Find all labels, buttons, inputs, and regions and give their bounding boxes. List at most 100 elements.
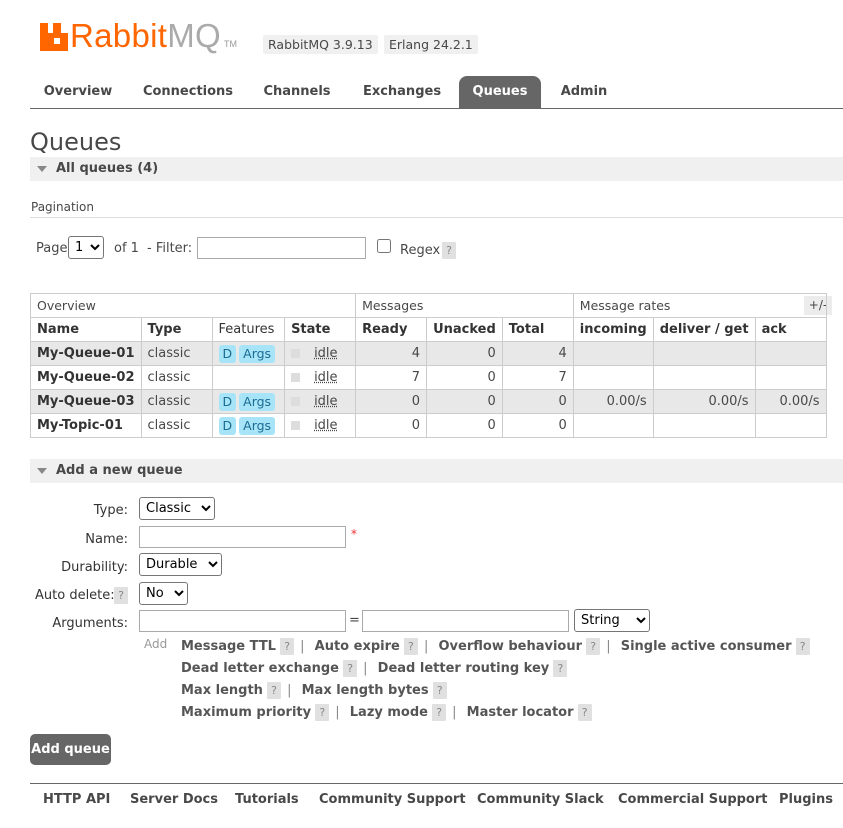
col-header-type[interactable]: Type	[140, 317, 213, 342]
tab-channels[interactable]: Channels	[252, 76, 342, 108]
col-header-ready[interactable]: Ready	[355, 317, 428, 342]
arg-link-single-active-consumer[interactable]: Single active consumer	[621, 639, 792, 654]
ack-rate: 0.00/s	[754, 389, 827, 414]
auto-delete-help-icon[interactable]: ?	[114, 587, 128, 604]
name-label: Name:	[85, 532, 128, 547]
help-icon[interactable]: ?	[315, 704, 330, 721]
help-icon[interactable]: ?	[403, 638, 418, 655]
page-select[interactable]: 1	[68, 236, 104, 259]
queue-name-link[interactable]: My-Queue-03	[30, 389, 142, 414]
add-queue-button[interactable]: Add queue	[30, 734, 111, 765]
ack-rate	[754, 413, 827, 438]
col-header-unacked[interactable]: Unacked	[426, 317, 503, 342]
deliver-rate: 0.00/s	[652, 389, 756, 414]
footer-link-community-slack[interactable]: Community Slack	[477, 792, 604, 807]
table-row[interactable]: My-Queue-03 classic D Args idle 0 0 0 0.0…	[30, 389, 827, 414]
col-header-state[interactable]: State	[284, 317, 357, 342]
help-icon[interactable]: ?	[280, 638, 295, 655]
regex-checkbox[interactable]	[377, 239, 391, 253]
queue-name-link[interactable]: My-Queue-01	[30, 341, 142, 366]
table-row[interactable]: My-Queue-01 classic D Args idle 4 0 4	[30, 341, 827, 366]
auto-delete-select[interactable]: No	[139, 582, 188, 605]
arg-link-max-length[interactable]: Max length	[181, 683, 263, 698]
help-icon[interactable]: ?	[343, 660, 358, 677]
table-header-row: Name Type Features State Ready Unacked T…	[30, 317, 827, 342]
total-count: 4	[501, 341, 574, 366]
help-icon[interactable]: ?	[553, 660, 568, 677]
add-queue-toggle[interactable]: Add a new queue	[30, 459, 843, 483]
arg-link-lazy-mode[interactable]: Lazy mode	[350, 705, 428, 720]
rabbitmq-logo-icon	[40, 23, 68, 51]
argument-links-row-1: Message TTL ? | Auto expire ? | Overflow b…	[181, 638, 810, 655]
argument-links-row-4: Maximum priority ? | Lazy mode ? | Master …	[181, 704, 592, 721]
logo-text: RabbitMQ	[70, 17, 221, 54]
filter-input[interactable]	[197, 237, 366, 259]
footer-link-http-api[interactable]: HTTP API	[43, 792, 110, 807]
unacked-count: 0	[426, 341, 503, 366]
ack-rate	[754, 341, 827, 366]
queue-features: D Args	[211, 341, 286, 366]
tab-exchanges[interactable]: Exchanges	[352, 76, 452, 108]
help-icon[interactable]: ?	[267, 682, 282, 699]
help-icon[interactable]: ?	[586, 638, 601, 655]
regex-label: Regex	[400, 243, 441, 258]
arg-link-maximum-priority[interactable]: Maximum priority	[181, 705, 311, 720]
arg-link-max-length-bytes[interactable]: Max length bytes	[302, 683, 429, 698]
tab-connections[interactable]: Connections	[134, 76, 242, 108]
arg-link-dead-letter-routing-key[interactable]: Dead letter routing key	[378, 661, 550, 676]
argument-key-input[interactable]	[139, 610, 346, 632]
total-count: 0	[501, 413, 574, 438]
argument-value-input[interactable]	[362, 610, 569, 632]
tab-queues[interactable]: Queues	[459, 76, 541, 108]
durable-badge: D	[218, 392, 237, 411]
durability-select[interactable]: Durable	[139, 553, 222, 576]
queue-name-link[interactable]: My-Queue-02	[30, 365, 142, 390]
arg-link-master-locator[interactable]: Master locator	[467, 705, 574, 720]
footer-link-plugins[interactable]: Plugins	[779, 792, 833, 807]
footer-link-tutorials[interactable]: Tutorials	[235, 792, 299, 807]
type-label: Type:	[93, 503, 128, 518]
col-header-features[interactable]: Features	[211, 317, 286, 342]
tab-admin[interactable]: Admin	[550, 76, 618, 108]
queues-table: Overview Messages Message rates Name Typ…	[29, 293, 827, 438]
table-group-header-row: Overview Messages Message rates	[29, 293, 827, 318]
rabbitmq-logo: RabbitMQ TM	[40, 17, 237, 54]
queue-type-select[interactable]: Classic	[139, 497, 215, 520]
col-header-ack[interactable]: ack	[754, 317, 827, 342]
collapse-triangle-icon	[37, 166, 47, 172]
queue-name-link[interactable]: My-Topic-01	[30, 413, 142, 438]
arg-link-auto-expire[interactable]: Auto expire	[315, 639, 400, 654]
help-icon[interactable]: ?	[577, 704, 592, 721]
col-header-total[interactable]: Total	[501, 317, 574, 342]
col-header-name[interactable]: Name	[30, 317, 142, 342]
argument-type-select[interactable]: String	[574, 609, 650, 632]
arg-link-message-ttl[interactable]: Message TTL	[181, 639, 276, 654]
footer-link-server-docs[interactable]: Server Docs	[130, 792, 218, 807]
footer-link-community-support[interactable]: Community Support	[319, 792, 466, 807]
queue-type: classic	[140, 341, 213, 366]
deliver-rate	[652, 365, 756, 390]
all-queues-toggle[interactable]: All queues (4)	[30, 157, 843, 181]
ready-count: 0	[355, 389, 428, 414]
ack-rate	[754, 365, 827, 390]
deliver-rate	[652, 413, 756, 438]
col-header-incoming[interactable]: incoming	[572, 317, 654, 342]
arg-link-overflow-behaviour[interactable]: Overflow behaviour	[439, 639, 583, 654]
arg-link-dead-letter-exchange[interactable]: Dead letter exchange	[181, 661, 339, 676]
footer-link-commercial-support[interactable]: Commercial Support	[618, 792, 768, 807]
queue-name-input[interactable]	[139, 526, 346, 548]
help-icon[interactable]: ?	[432, 704, 447, 721]
queue-state: idle	[284, 365, 357, 390]
col-header-deliver-get[interactable]: deliver / get	[652, 317, 756, 342]
args-badge: Args	[239, 416, 276, 435]
args-badge: Args	[239, 344, 276, 363]
help-icon[interactable]: ?	[795, 638, 810, 655]
group-header-messages: Messages	[355, 293, 574, 318]
queue-features: D Args	[211, 389, 286, 414]
required-mark: *	[351, 527, 357, 541]
table-row[interactable]: My-Queue-02 classic idle 7 0 7	[30, 365, 827, 390]
help-icon[interactable]: ?	[432, 682, 447, 699]
tab-overview[interactable]: Overview	[30, 76, 126, 108]
regex-help-icon[interactable]: ?	[442, 242, 456, 259]
table-row[interactable]: My-Topic-01 classic D Args idle 0 0 0	[30, 413, 827, 438]
